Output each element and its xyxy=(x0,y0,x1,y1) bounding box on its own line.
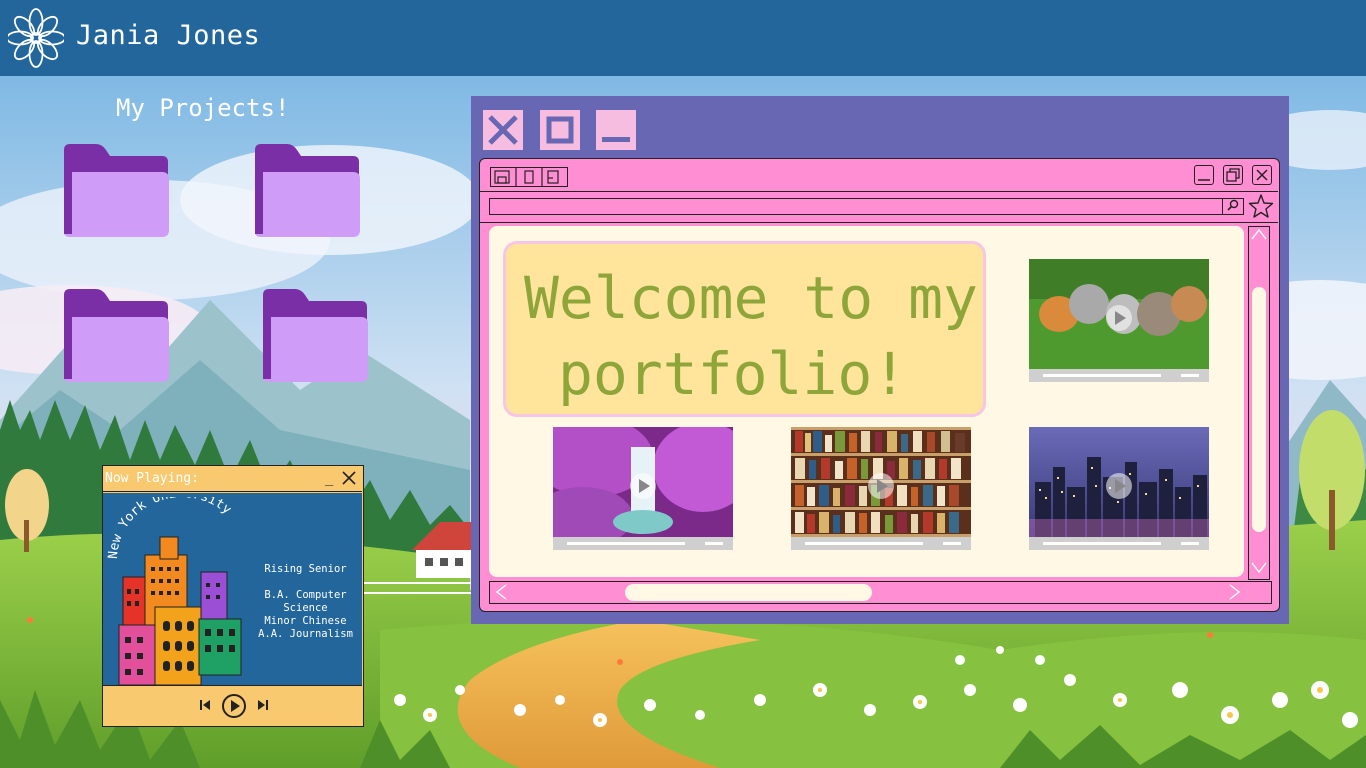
welcome-line: portfolio! xyxy=(558,340,908,408)
album-art: New York University xyxy=(106,497,242,686)
horizontal-scrollbar[interactable] xyxy=(489,581,1272,604)
scroll-right-icon[interactable] xyxy=(1228,584,1242,604)
page-content: Welcome to my portfolio! xyxy=(489,226,1244,577)
divider xyxy=(480,191,1278,192)
flower-icon[interactable] xyxy=(8,7,64,69)
folder-icon[interactable] xyxy=(62,287,170,383)
close-icon[interactable] xyxy=(341,470,357,486)
welcome-line: Welcome to my xyxy=(524,264,978,332)
next-icon[interactable] xyxy=(257,699,269,711)
star-icon[interactable] xyxy=(1248,193,1274,219)
info-line: Minor Chinese xyxy=(264,615,347,627)
video-thumbnail-waterfall[interactable] xyxy=(553,427,733,550)
welcome-banner: Welcome to my portfolio! xyxy=(503,241,986,417)
folder-icon[interactable] xyxy=(261,287,369,383)
minimize-icon[interactable] xyxy=(596,110,636,150)
player-body: New York University xyxy=(103,493,362,686)
site-title[interactable]: Jania Jones xyxy=(76,20,260,51)
player-info-text: Rising Senior B.A. Computer Science Mino… xyxy=(253,563,358,641)
search-icon[interactable] xyxy=(1222,198,1244,215)
music-player-window: Now Playing: _ New York University xyxy=(102,465,364,727)
player-title-bar[interactable]: Now Playing: _ xyxy=(103,466,362,492)
video-thumbnail-kittens[interactable] xyxy=(1029,259,1209,382)
info-line: B.A. Computer xyxy=(264,589,347,601)
scroll-down-icon[interactable] xyxy=(1251,561,1267,579)
video-thumbnail-bookshelf[interactable] xyxy=(791,427,971,550)
restore-icon[interactable] xyxy=(1223,165,1243,185)
welcome-heading: Welcome to my portfolio! xyxy=(524,260,984,412)
maximize-icon[interactable] xyxy=(540,110,580,150)
address-bar[interactable] xyxy=(489,198,1244,215)
player-controls xyxy=(103,687,362,725)
minimize-icon[interactable]: _ xyxy=(325,470,333,486)
projects-heading: My Projects! xyxy=(116,94,290,122)
browser-window: Welcome to my portfolio! xyxy=(479,158,1280,612)
folder-icon[interactable] xyxy=(62,142,170,238)
toolbar-icons xyxy=(490,167,568,187)
previous-icon[interactable] xyxy=(199,699,211,711)
info-line xyxy=(253,576,358,589)
scroll-up-icon[interactable] xyxy=(1251,227,1267,245)
close-icon[interactable] xyxy=(483,110,523,150)
info-line: A.A. Journalism xyxy=(258,628,353,640)
info-line: Science xyxy=(283,602,328,614)
folder-icon[interactable] xyxy=(253,142,361,238)
vertical-scroll-thumb[interactable] xyxy=(1252,287,1266,532)
play-icon[interactable] xyxy=(221,693,247,719)
vertical-scrollbar[interactable] xyxy=(1248,226,1270,580)
top-header: Jania Jones xyxy=(0,0,1366,76)
close-icon[interactable] xyxy=(1252,165,1272,185)
player-title: Now Playing: xyxy=(105,471,199,486)
scroll-left-icon[interactable] xyxy=(494,584,508,604)
horizontal-scroll-thumb[interactable] xyxy=(625,584,872,601)
minimize-icon[interactable] xyxy=(1194,165,1214,185)
video-thumbnail-city-night[interactable] xyxy=(1029,427,1209,550)
divider xyxy=(480,222,1278,223)
info-line: Rising Senior xyxy=(264,563,347,575)
